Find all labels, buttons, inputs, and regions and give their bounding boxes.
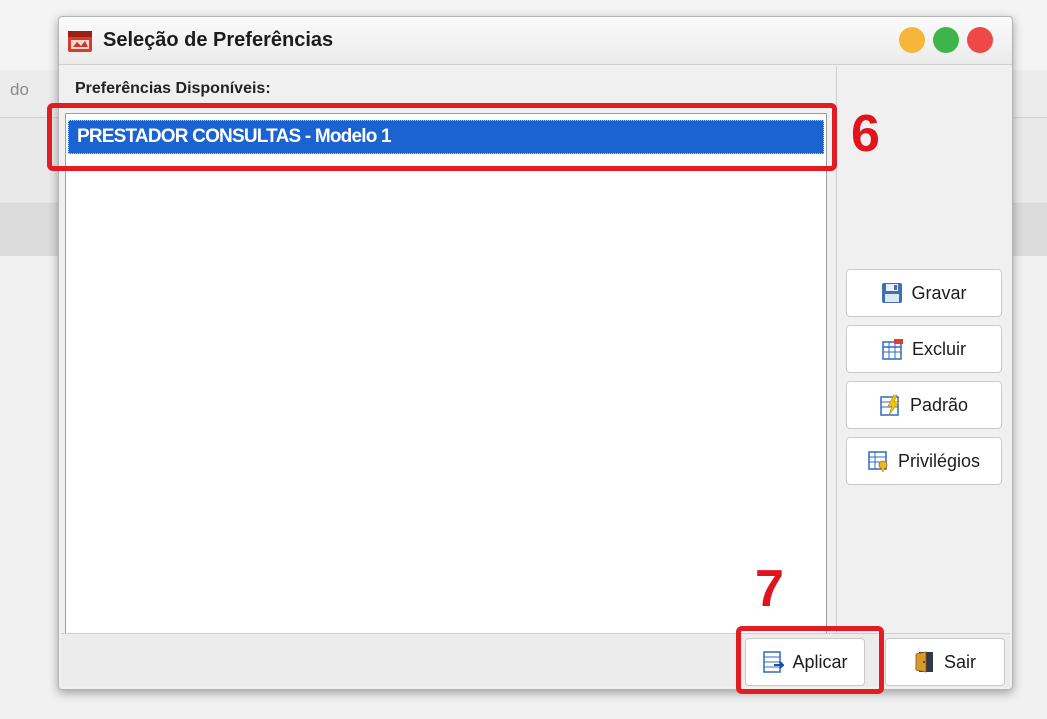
default-lightning-icon [880, 394, 902, 416]
callout-highlight-list-item [47, 103, 837, 171]
exit-button[interactable]: Sair [885, 638, 1005, 686]
dialog-title: Seleção de Preferências [103, 29, 334, 51]
privileges-button-label: Privilégios [897, 450, 981, 471]
exit-button-label: Sair [943, 651, 976, 672]
callout-highlight-apply-button [736, 626, 884, 694]
save-disk-icon [881, 282, 903, 304]
callout-number-6: 6 [851, 105, 880, 163]
privileges-button[interactable]: Privilégios [846, 437, 1002, 485]
close-button[interactable] [967, 27, 993, 53]
maximize-button[interactable] [933, 27, 959, 53]
exit-door-icon [914, 651, 936, 673]
minimize-button[interactable] [899, 27, 925, 53]
background-partial-label: do [10, 80, 29, 99]
delete-button-label: Excluir [911, 338, 966, 359]
default-button[interactable]: Padrão [846, 381, 1002, 429]
privileges-key-icon [868, 450, 890, 472]
preferences-listbox[interactable]: PRESTADOR CONSULTAS - Modelo 1 [65, 113, 827, 651]
save-button[interactable]: Gravar [846, 269, 1002, 317]
dialog-titlebar[interactable]: Seleção de Preferências [59, 17, 1012, 65]
delete-table-icon [882, 338, 904, 360]
available-preferences-label: Preferências Disponíveis: [75, 80, 271, 97]
delete-button[interactable]: Excluir [846, 325, 1002, 373]
app-logo-icon [67, 28, 93, 54]
default-button-label: Padrão [909, 394, 969, 415]
callout-number-7: 7 [755, 560, 784, 618]
save-button-label: Gravar [911, 282, 967, 303]
